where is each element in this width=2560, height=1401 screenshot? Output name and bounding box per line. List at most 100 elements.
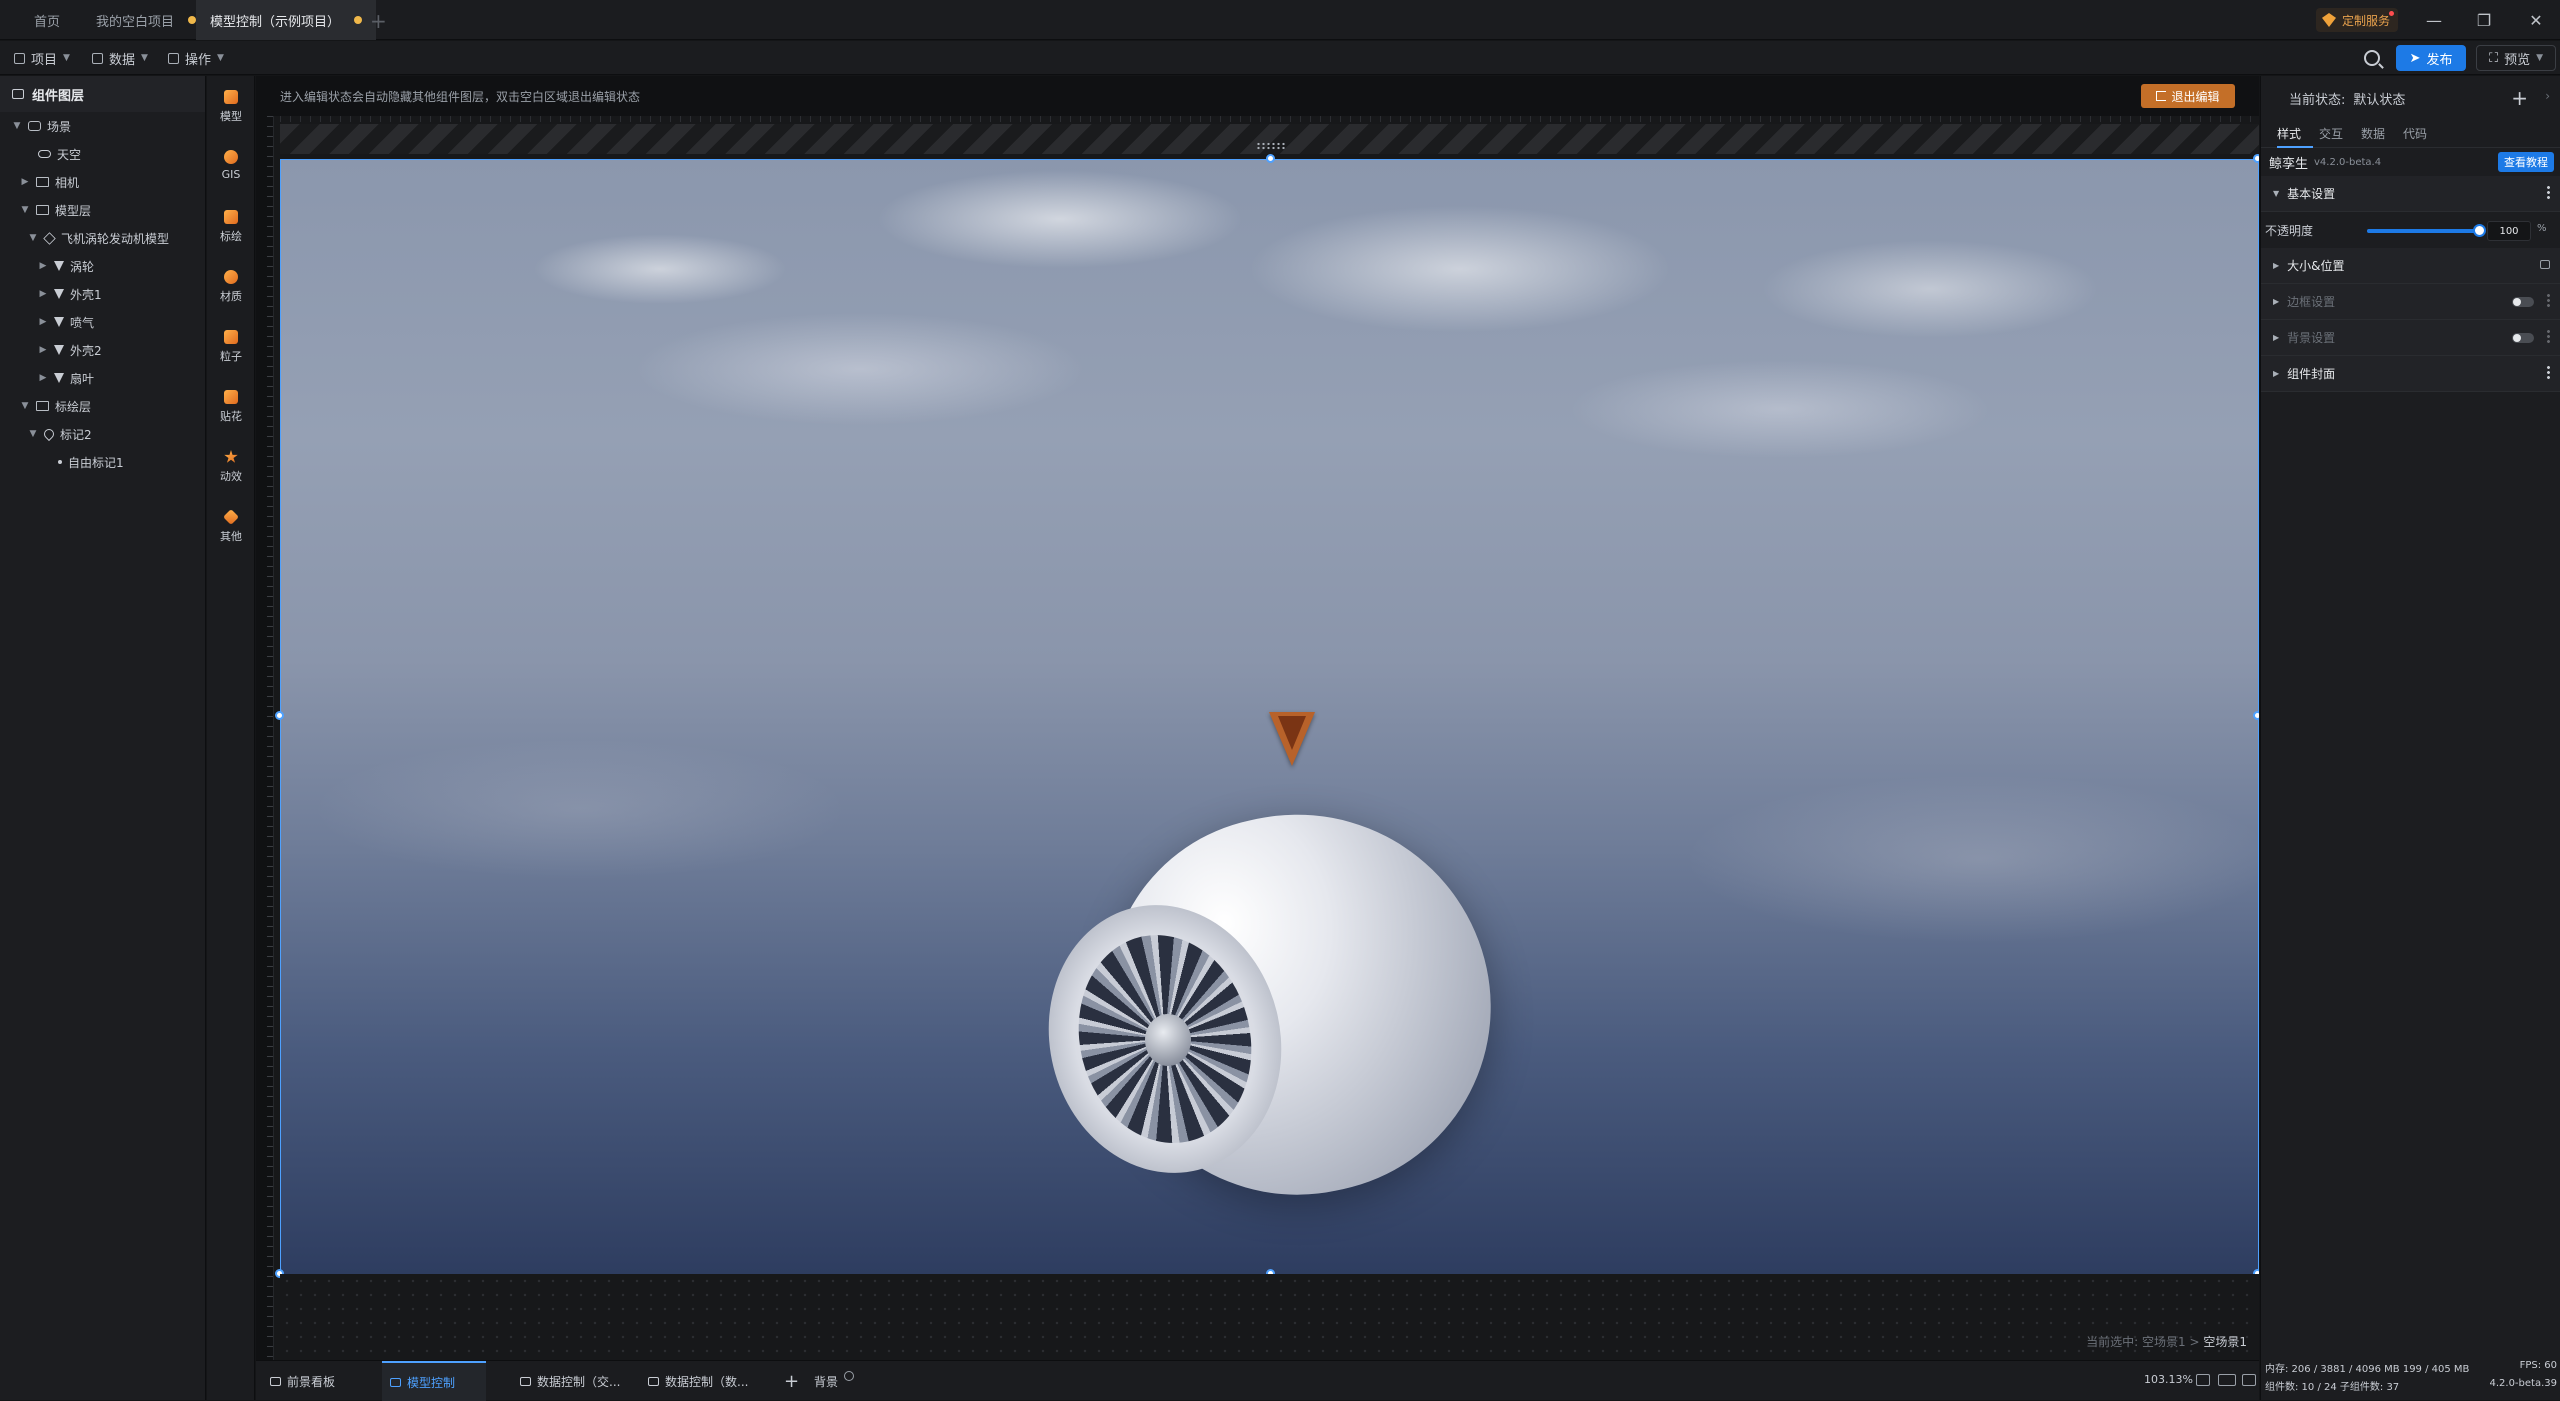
component-other[interactable]: 其他: [207, 509, 255, 544]
component-model[interactable]: 模型: [207, 90, 255, 124]
caret-down-icon[interactable]: ▼: [28, 429, 38, 439]
caret-right-icon[interactable]: ▶: [38, 345, 48, 355]
layer-item-shell1[interactable]: ▶ 外壳1: [38, 280, 102, 308]
operate-menu[interactable]: 操作 ▼: [168, 41, 224, 75]
layer-item-free-marker1[interactable]: 自由标记1: [58, 448, 124, 476]
settings-icon[interactable]: [844, 1371, 855, 1381]
opacity-row: 不透明度 100 %: [2261, 212, 2560, 248]
state-value[interactable]: 默认状态: [2353, 89, 2405, 108]
component-gis[interactable]: GIS: [207, 150, 255, 181]
add-state-button[interactable]: +: [2511, 86, 2528, 110]
layer-item-sky[interactable]: 天空: [38, 140, 81, 168]
publish-button[interactable]: ➤ 发布: [2396, 45, 2466, 71]
tab-data[interactable]: 数据: [2361, 125, 2385, 142]
caret-right-icon[interactable]: ▶: [38, 261, 48, 271]
view-tutorial-button[interactable]: 查看教程: [2498, 152, 2554, 172]
component-effect[interactable]: 动效: [207, 450, 255, 484]
resize-handle-right[interactable]: [2253, 711, 2259, 720]
toolbar: 项目 ▼ 数据 ▼ 操作 ▼ ➤ 发布 ⛶ 预览 ▼: [0, 41, 2560, 75]
section-background-settings[interactable]: ▶ 背景设置: [2261, 320, 2560, 356]
section-basic-settings[interactable]: ▼ 基本设置: [2261, 176, 2560, 212]
breadcrumb-current[interactable]: 空场景1: [2203, 1335, 2247, 1349]
resize-handle-left[interactable]: [275, 711, 284, 720]
screen-tab-model-control[interactable]: 模型控制: [382, 1361, 486, 1401]
search-icon[interactable]: [2364, 50, 2380, 66]
section-border-settings[interactable]: ▶ 边框设置: [2261, 284, 2560, 320]
component-material[interactable]: 材质: [207, 270, 255, 304]
lock-icon[interactable]: [2540, 260, 2550, 269]
caret-right-icon[interactable]: ▶: [38, 289, 48, 299]
layer-item-marker2[interactable]: ▼ 标记2: [28, 420, 92, 448]
minimize-button[interactable]: —: [2420, 6, 2448, 34]
decal-icon: [224, 390, 238, 404]
caret-right-icon[interactable]: ▶: [20, 177, 30, 187]
section-size-position[interactable]: ▶ 大小&位置: [2261, 248, 2560, 284]
layer-panel: 组件图层 ▼ 场景 天空 ▶ 相机 ▼ 模型层 ▼ 飞机涡轮发动机模型 ▶ 涡轮…: [0, 76, 206, 1400]
screen-tab-foreground[interactable]: 前景看板: [262, 1361, 343, 1401]
caret-down-icon[interactable]: ▼: [20, 205, 30, 215]
layer-item-camera[interactable]: ▶ 相机: [20, 168, 79, 196]
tab-model-control[interactable]: 模型控制（示例项目）: [196, 0, 377, 40]
free-marker-icon[interactable]: [1269, 712, 1315, 766]
add-tab-button[interactable]: +: [370, 9, 387, 33]
background-toggle[interactable]: [2512, 333, 2534, 343]
3d-scene-viewport[interactable]: [280, 159, 2259, 1274]
screen-tab-data-control-1[interactable]: 数据控制（交...: [512, 1361, 628, 1401]
tab-style[interactable]: 样式: [2277, 125, 2301, 142]
caret-right-icon[interactable]: ▶: [38, 373, 48, 383]
turbofan-engine-model[interactable]: [1020, 778, 1526, 1230]
screen-tab-background[interactable]: 背景: [806, 1361, 862, 1401]
section-component-cover[interactable]: ▶ 组件封面: [2261, 356, 2560, 392]
layer-label: 外壳2: [70, 343, 102, 358]
more-icon[interactable]: [2547, 293, 2550, 307]
close-button[interactable]: ✕: [2522, 6, 2550, 34]
exit-edit-button[interactable]: 退出编辑: [2141, 84, 2235, 108]
bottom-screen-tabs: 前景看板 模型控制 数据控制（交... 数据控制（数... + 背景 103.1…: [256, 1360, 2259, 1401]
keyboard-icon[interactable]: [2218, 1374, 2236, 1386]
add-screen-button[interactable]: +: [776, 1361, 807, 1401]
more-icon[interactable]: [2547, 329, 2550, 343]
preview-label: 预览: [2504, 52, 2531, 68]
resize-handle-top[interactable]: [1266, 154, 1275, 163]
caret-down-icon[interactable]: ▼: [12, 121, 22, 131]
layer-item-plot-layer[interactable]: ▼ 标绘层: [20, 392, 91, 420]
opacity-slider-knob[interactable]: [2473, 224, 2486, 237]
drag-handle-icon[interactable]: [1256, 142, 1286, 150]
opacity-input[interactable]: 100: [2487, 221, 2531, 241]
tab-interaction[interactable]: 交互: [2319, 125, 2343, 142]
component-particle[interactable]: 粒子: [207, 330, 255, 364]
canvas-area[interactable]: 进入编辑状态会自动隐藏其他组件图层，双击空白区域退出编辑状态 退出编辑 当前选中…: [256, 76, 2259, 1360]
resize-handle-top-right[interactable]: [2253, 154, 2259, 163]
component-plot[interactable]: 标绘: [207, 210, 255, 244]
border-toggle[interactable]: [2512, 297, 2534, 307]
project-menu[interactable]: 项目 ▼: [14, 41, 70, 75]
layer-item-turbine[interactable]: ▶ 涡轮: [38, 252, 94, 280]
caret-right-icon[interactable]: ▶: [38, 317, 48, 327]
more-icon[interactable]: [2547, 185, 2550, 199]
layer-item-engine-model[interactable]: ▼ 飞机涡轮发动机模型: [28, 224, 169, 252]
canvas-empty-area[interactable]: 当前选中: 空场景1 > 空场景1: [280, 1274, 2259, 1360]
tab-home[interactable]: 首页: [20, 0, 74, 40]
restore-button[interactable]: ❐: [2470, 6, 2498, 34]
tab-blank-project[interactable]: 我的空白项目: [82, 0, 210, 40]
zoom-level[interactable]: 103.13%: [2144, 1373, 2193, 1386]
more-icon[interactable]: [2547, 365, 2550, 379]
chevron-right-icon[interactable]: ›: [2545, 89, 2550, 103]
layer-item-jet[interactable]: ▶ 喷气: [38, 308, 94, 336]
data-menu[interactable]: 数据 ▼: [92, 41, 148, 75]
layer-item-shell2[interactable]: ▶ 外壳2: [38, 336, 102, 364]
component-decal[interactable]: 贴花: [207, 390, 255, 424]
layer-item-blades[interactable]: ▶ 扇叶: [38, 364, 94, 392]
terminal-icon[interactable]: [2242, 1374, 2256, 1386]
screen-tab-data-control-2[interactable]: 数据控制（数...: [640, 1361, 756, 1401]
layer-item-model-layer[interactable]: ▼ 模型层: [20, 196, 91, 224]
caret-down-icon[interactable]: ▼: [20, 401, 30, 411]
caret-down-icon[interactable]: ▼: [28, 233, 38, 243]
custom-service-button[interactable]: 定制服务: [2316, 8, 2399, 32]
layer-item-scene[interactable]: ▼ 场景: [12, 112, 71, 140]
fit-screen-icon[interactable]: [2196, 1374, 2210, 1386]
tab-code[interactable]: 代码: [2403, 125, 2427, 142]
preview-button[interactable]: ⛶ 预览 ▼: [2476, 45, 2556, 71]
opacity-slider[interactable]: [2367, 224, 2486, 237]
memory-status: 内存: 206 / 3881 / 4096 MB 199 / 405 MB FP…: [2261, 1360, 2560, 1375]
